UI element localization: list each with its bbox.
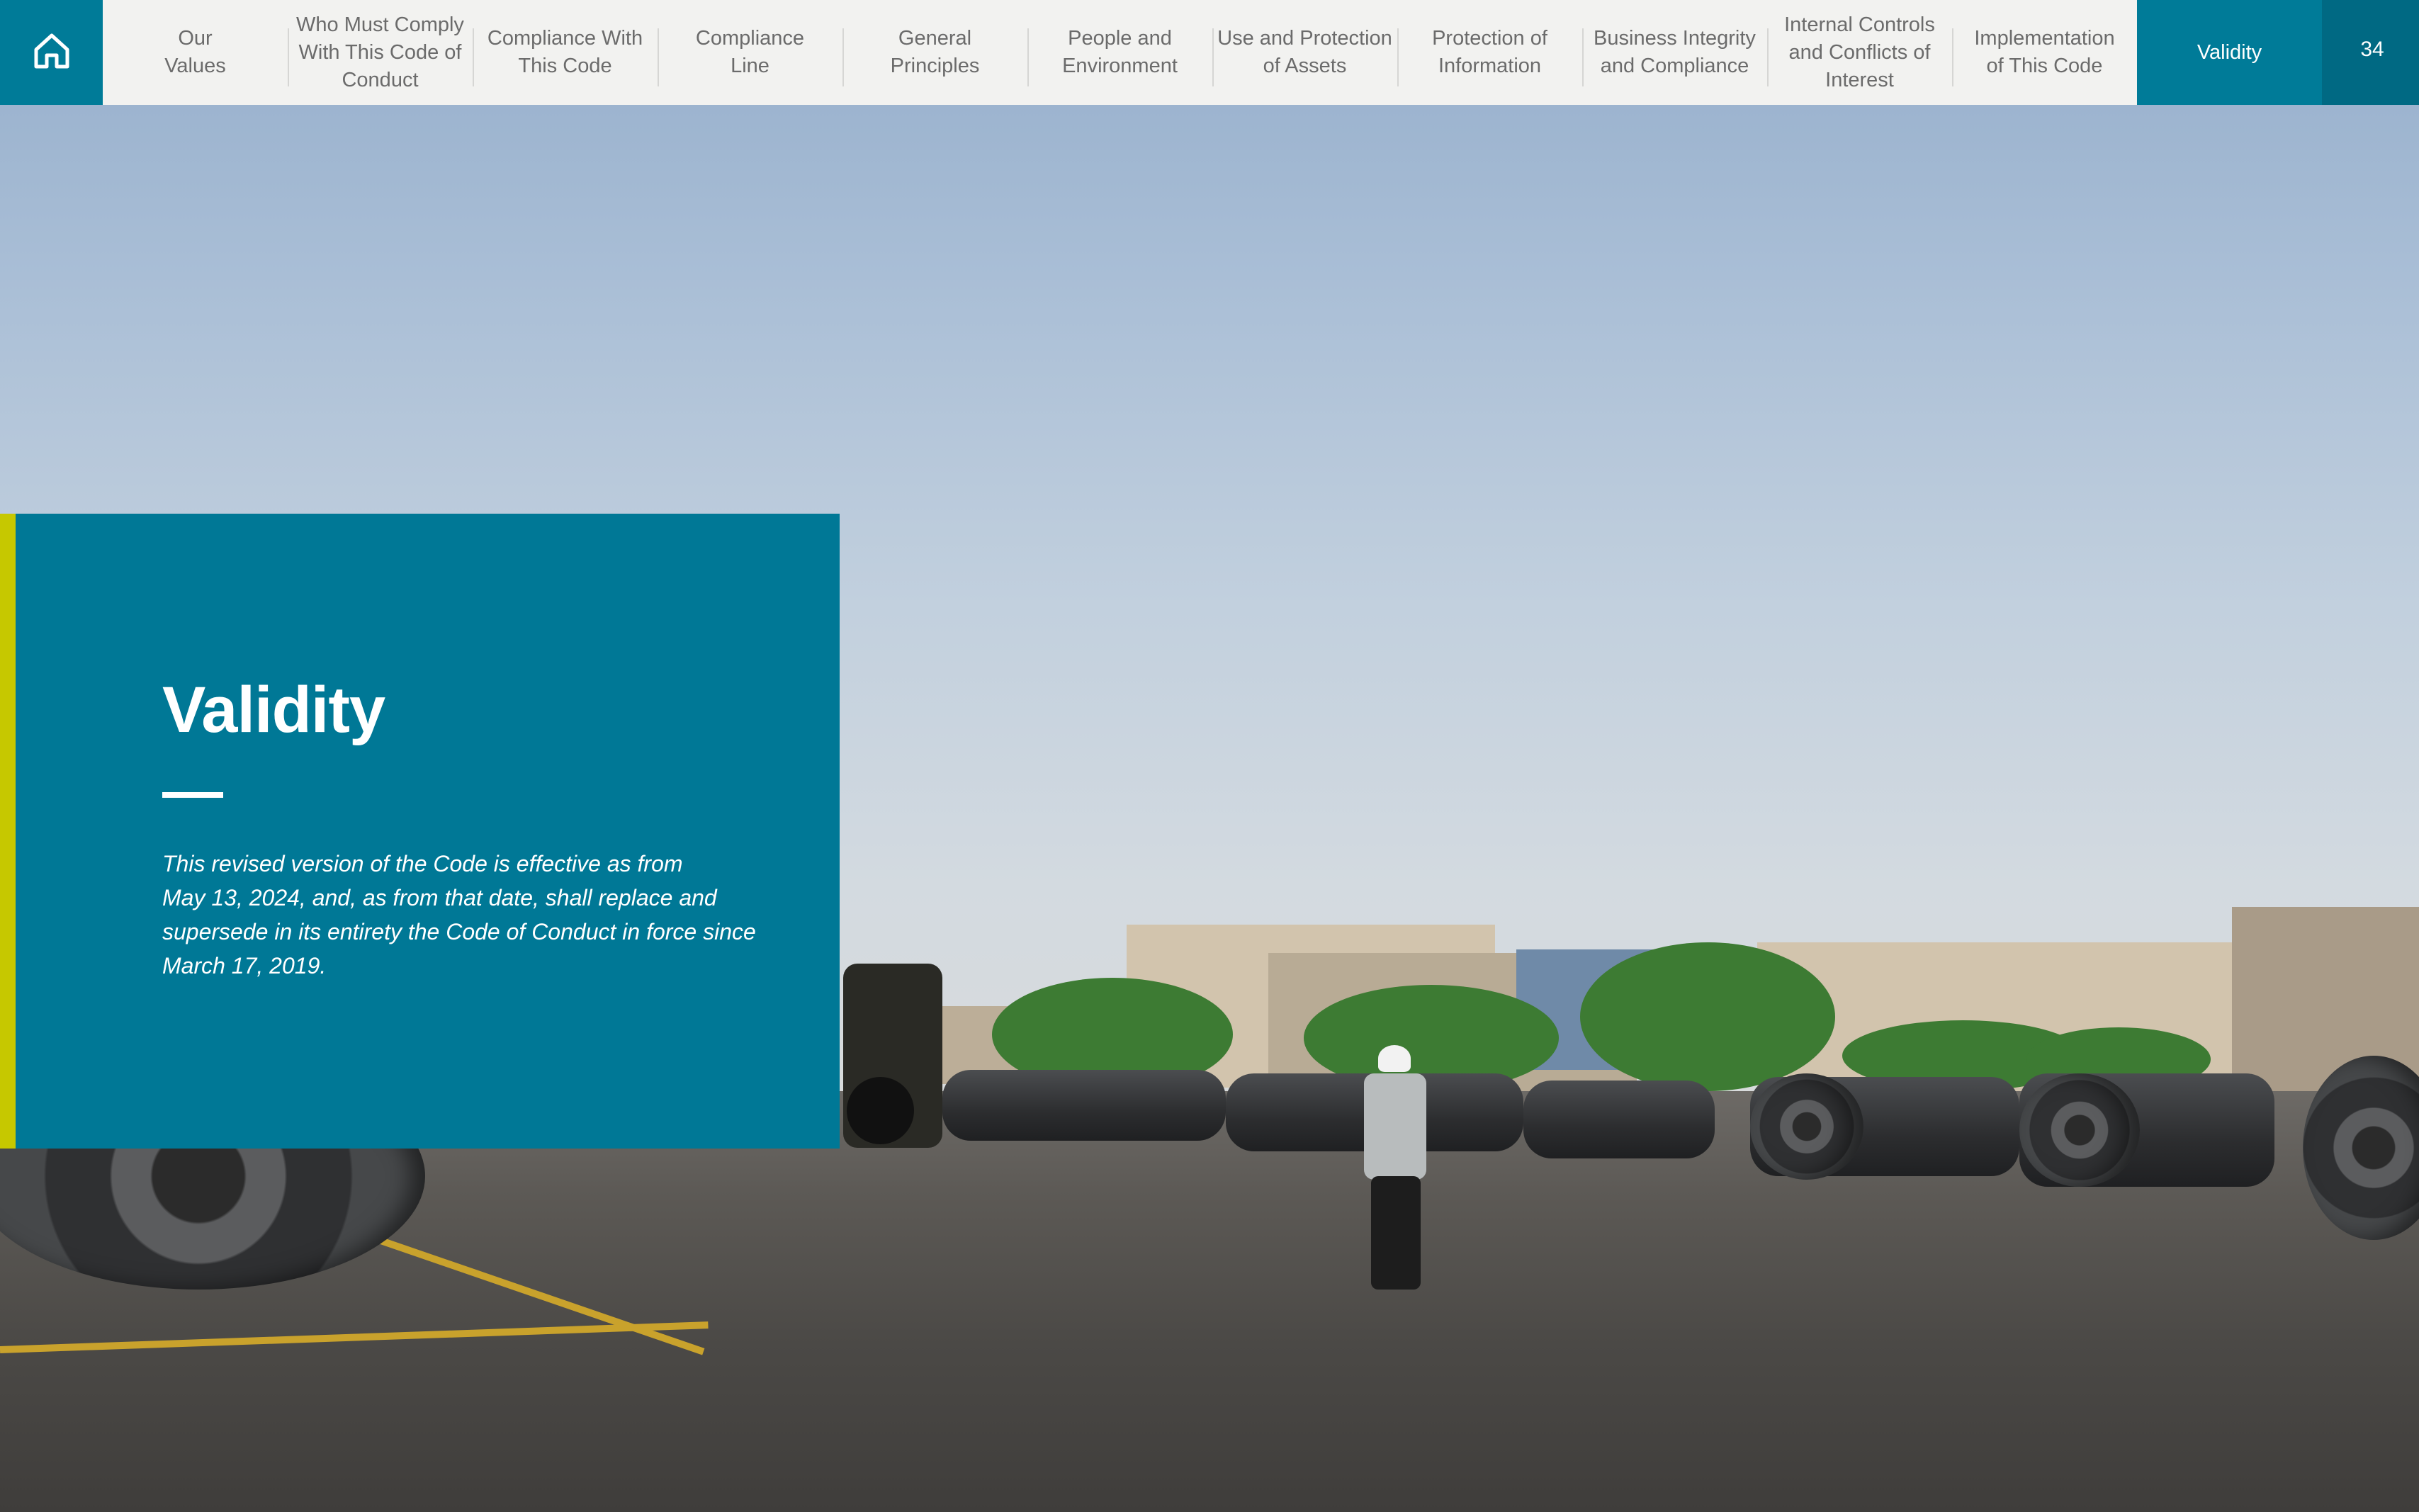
tab-our-values[interactable]: Our Values [103,0,288,105]
top-navigation: Our Values Who Must Comply With This Cod… [0,0,2419,105]
tab-internal-controls[interactable]: Internal Controls and Conflicts of Inter… [1767,0,1952,105]
worker-helmet [1378,1045,1411,1072]
panel-accent-bar [0,514,16,1149]
tab-implementation[interactable]: Implementation of This Code [1952,0,2137,105]
steel-coil [2019,1073,2140,1187]
title-divider [162,792,223,798]
page-title: Validity [162,674,385,746]
forklift-wheel [847,1077,914,1144]
home-button[interactable] [0,0,103,105]
page-number: 34 [2322,0,2419,105]
tab-compliance-with-this-code[interactable]: Compliance With This Code [473,0,658,105]
tab-validity[interactable]: Validity [2137,0,2322,105]
tab-people-and-environment[interactable]: People and Environment [1027,0,1212,105]
tab-compliance-line[interactable]: Compliance Line [658,0,842,105]
section-tabs: Our Values Who Must Comply With This Cod… [103,0,2322,105]
tab-business-integrity[interactable]: Business Integrity and Compliance [1582,0,1767,105]
worker-shirt [1364,1073,1426,1180]
tab-use-and-protection-of-assets[interactable]: Use and Protection of Assets [1212,0,1397,105]
worker-legs [1371,1176,1421,1290]
validity-panel: Validity This revised version of the Cod… [16,514,840,1149]
steel-coil [1523,1081,1715,1158]
steel-coil [942,1070,1226,1141]
tree [1580,942,1835,1091]
tab-who-must-comply[interactable]: Who Must Comply With This Code of Conduc… [288,0,473,105]
validity-statement: This revised version of the Code is effe… [162,851,756,978]
tab-protection-of-information[interactable]: Protection of Information [1397,0,1582,105]
home-icon [32,31,72,74]
tab-general-principles[interactable]: General Principles [842,0,1027,105]
steel-coil [1750,1073,1863,1180]
